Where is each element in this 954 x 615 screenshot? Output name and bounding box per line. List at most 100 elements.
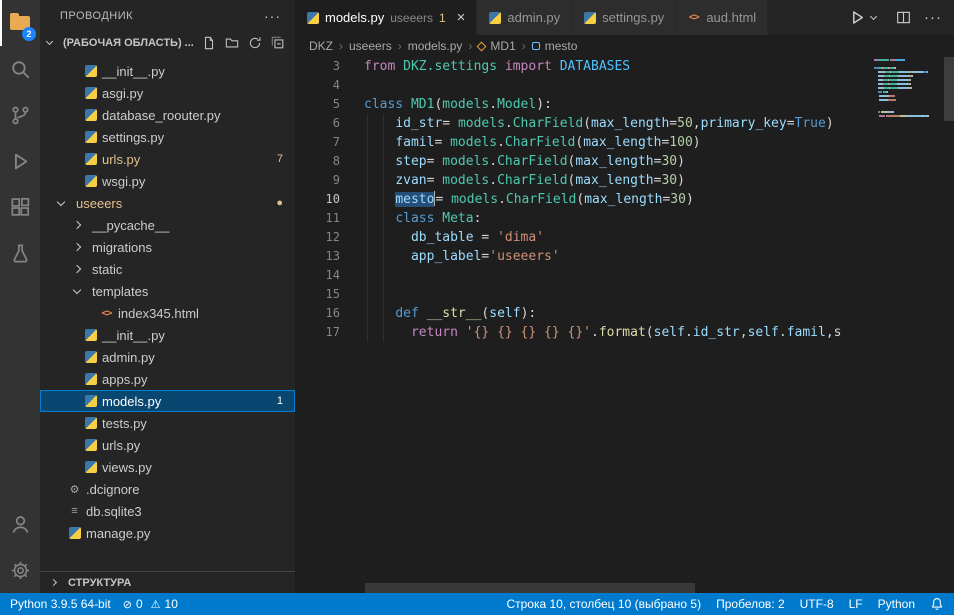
tree-item-useeers[interactable]: useeers●: [40, 192, 295, 214]
breadcrumb-mesto[interactable]: mesto: [532, 39, 578, 53]
tree-item-static[interactable]: static: [40, 258, 295, 280]
activity-explorer-button[interactable]: 2: [0, 0, 40, 46]
gear-icon: [10, 560, 31, 581]
encoding-status[interactable]: UTF-8: [800, 597, 834, 611]
tree-item-settings-py[interactable]: settings.py: [40, 126, 295, 148]
tree-item-db-sqlite3[interactable]: ≡db.sqlite3: [40, 500, 295, 522]
problems-status[interactable]: ⊘ 0 ⚠ 10: [123, 597, 178, 611]
code-line-8[interactable]: 8 step= models.CharField(max_length=30): [295, 152, 954, 171]
code-editor[interactable]: 3from DKZ.settings import DATABASES45cla…: [295, 57, 954, 593]
editor-actions: ···: [837, 0, 954, 35]
activity-account-button[interactable]: [0, 501, 40, 547]
tree-item-admin-py[interactable]: admin.py: [40, 346, 295, 368]
activity-extensions-button[interactable]: [0, 184, 40, 230]
tree-item-wsgi-py[interactable]: wsgi.py: [40, 170, 295, 192]
code-line-4[interactable]: 4: [295, 76, 954, 95]
tab-settings-py[interactable]: settings.py: [572, 0, 676, 35]
tree-item-apps-py[interactable]: apps.py: [40, 368, 295, 390]
tree-item-migrations[interactable]: migrations: [40, 236, 295, 258]
indent-guide: [383, 114, 384, 342]
tree-item-tests-py[interactable]: tests.py: [40, 412, 295, 434]
tree-item-views-py[interactable]: views.py: [40, 456, 295, 478]
code-token: DKZ.settings: [403, 59, 497, 74]
cursor-position-status[interactable]: Строка 10, столбец 10 (выбрано 5): [506, 597, 701, 611]
tree-item-init-py[interactable]: __init__.py: [40, 60, 295, 82]
tree-item-templates[interactable]: templates: [40, 280, 295, 302]
breadcrumb-useeers[interactable]: useeers: [349, 39, 392, 53]
tree-item-label: asgi.py: [102, 86, 143, 101]
code-line-6[interactable]: 6 id_str= models.CharField(max_length=50…: [295, 114, 954, 133]
code-line-14[interactable]: 14: [295, 266, 954, 285]
tree-item-asgi-py[interactable]: asgi.py: [40, 82, 295, 104]
tab-aud-html[interactable]: <>aud.html: [676, 0, 768, 35]
split-editor-icon[interactable]: [896, 10, 911, 25]
breadcrumb-md1[interactable]: MD1: [478, 39, 515, 53]
sidebar-more-actions-button[interactable]: ···: [264, 8, 281, 24]
minimap-line: [874, 115, 944, 117]
tree-item-database-roouter-py[interactable]: database_roouter.py: [40, 104, 295, 126]
run-dropdown-chevron-icon[interactable]: [870, 13, 877, 20]
tree-item-pycache[interactable]: __pycache__: [40, 214, 295, 236]
code-token: 30: [661, 154, 677, 169]
tab-dir-hint: useeers: [390, 11, 433, 25]
python-interpreter-status[interactable]: Python 3.9.5 64-bit: [10, 597, 111, 611]
tree-item-urls-py[interactable]: urls.py7: [40, 148, 295, 170]
indentation-status[interactable]: Пробелов: 2: [716, 597, 785, 611]
activity-search-button[interactable]: [0, 46, 40, 92]
code-token: =: [442, 116, 458, 131]
tree-item-dcignore[interactable]: ⚙.dcignore: [40, 478, 295, 500]
run-python-file-button[interactable]: [849, 9, 883, 26]
code-token: [497, 59, 505, 74]
breadcrumb-dkz[interactable]: DKZ: [309, 39, 333, 53]
tab-admin-py[interactable]: admin.py: [477, 0, 572, 35]
tree-item-models-py[interactable]: models.py1: [40, 390, 295, 412]
tab-close-icon[interactable]: ×: [457, 10, 466, 25]
activity-settings-button[interactable]: [0, 547, 40, 593]
collapse-all-icon[interactable]: [271, 36, 285, 50]
new-folder-icon[interactable]: [225, 36, 239, 50]
tree-item-manage-py[interactable]: manage.py: [40, 522, 295, 544]
new-file-icon[interactable]: [202, 36, 216, 50]
language-mode-status[interactable]: Python: [878, 597, 915, 611]
tree-item-init-py[interactable]: __init__.py: [40, 324, 295, 346]
outline-section-header[interactable]: СТРУКТУРА: [40, 571, 295, 593]
eol-status[interactable]: LF: [849, 597, 863, 611]
code-line-5[interactable]: 5class MD1(models.Model):: [295, 95, 954, 114]
tree-item-label: wsgi.py: [102, 174, 145, 189]
activity-testing-button[interactable]: [0, 230, 40, 276]
vertical-scrollbar[interactable]: [944, 57, 954, 121]
code-line-3[interactable]: 3from DKZ.settings import DATABASES: [295, 57, 954, 76]
code-token: ): [826, 116, 834, 131]
code-token: [364, 116, 395, 131]
code-line-9[interactable]: 9 zvan= models.CharField(max_length=30): [295, 171, 954, 190]
code-line-10[interactable]: 10 mesto= models.CharField(max_length=30…: [295, 190, 954, 209]
tab-models-py[interactable]: models.pyuseeers1×: [295, 0, 477, 35]
refresh-icon[interactable]: [248, 36, 262, 50]
tree-item-label: database_roouter.py: [102, 108, 221, 123]
activity-run-debug-button[interactable]: [0, 138, 40, 184]
code-token: [364, 211, 395, 226]
horizontal-scrollbar[interactable]: [365, 583, 695, 593]
code-line-15[interactable]: 15: [295, 285, 954, 304]
code-line-17[interactable]: 17 return '{} {} {} {} {}'.format(self.i…: [295, 323, 954, 342]
code-token: from: [364, 59, 395, 74]
code-token: models: [442, 173, 489, 188]
python-file-icon: [84, 373, 97, 385]
python-file-icon: [84, 417, 97, 429]
tree-item-index345-html[interactable]: <>index345.html: [40, 302, 295, 324]
code-line-12[interactable]: 12 db_table = 'dima': [295, 228, 954, 247]
activity-source-control-button[interactable]: [0, 92, 40, 138]
code-line-13[interactable]: 13 app_label='useeers': [295, 247, 954, 266]
workspace-section-header[interactable]: (РАБОЧАЯ ОБЛАСТЬ) ...: [40, 31, 295, 54]
notifications-bell-icon[interactable]: [930, 597, 944, 611]
breadcrumb-models-py[interactable]: models.py: [408, 39, 463, 53]
code-line-11[interactable]: 11 class Meta:: [295, 209, 954, 228]
minimap[interactable]: [874, 59, 944, 119]
code-text: [340, 76, 364, 95]
code-line-16[interactable]: 16 def __str__(self):: [295, 304, 954, 323]
tree-item-urls-py[interactable]: urls.py: [40, 434, 295, 456]
breadcrumb-label: DKZ: [309, 39, 333, 53]
code-line-7[interactable]: 7 famil= models.CharField(max_length=100…: [295, 133, 954, 152]
code-token: ): [686, 192, 694, 207]
more-actions-button[interactable]: ···: [924, 9, 942, 26]
